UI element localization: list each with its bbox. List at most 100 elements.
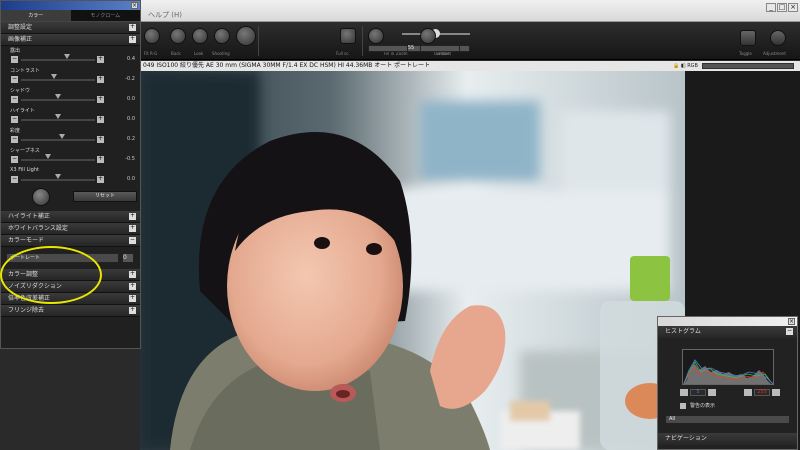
section-toggle-icon[interactable]: + bbox=[129, 283, 136, 290]
toolbar-label: Look bbox=[194, 51, 204, 56]
fill-in-icon[interactable] bbox=[368, 28, 384, 44]
adjustment-slider[interactable] bbox=[21, 59, 95, 61]
section-chromatic-aberration[interactable]: 倍率色収差補正 + bbox=[1, 293, 140, 305]
histogram-left-increase[interactable] bbox=[708, 389, 716, 396]
section-color-adjust[interactable]: カラー調整 + bbox=[1, 269, 140, 281]
decrease-button[interactable]: − bbox=[11, 176, 18, 183]
section-label: 倍率色収差補正 bbox=[8, 295, 51, 302]
adjustment-slider[interactable] bbox=[21, 179, 95, 181]
section-white-balance[interactable]: ホワイトバランス設定 + bbox=[1, 223, 140, 235]
adjustment-label: シャープネス bbox=[10, 148, 40, 154]
toolbar-label: Shooting bbox=[212, 51, 230, 56]
histogram-right-value[interactable]: 255 bbox=[754, 389, 770, 396]
panel-title-bar[interactable]: × bbox=[1, 1, 140, 10]
increase-button[interactable]: + bbox=[97, 116, 104, 123]
fullscreen-icon[interactable] bbox=[340, 28, 356, 44]
decrease-button[interactable]: − bbox=[11, 76, 18, 83]
create-field[interactable] bbox=[420, 45, 460, 52]
histogram-panel: × ヒストグラム − 5 255 警告の表示 All ナビゲーション bbox=[657, 316, 798, 450]
histogram-left-decrease[interactable] bbox=[680, 389, 688, 396]
section-toggle-icon[interactable]: + bbox=[129, 295, 136, 302]
adjustment-slider[interactable] bbox=[21, 79, 95, 81]
decrease-button[interactable]: − bbox=[11, 136, 18, 143]
photo-preview[interactable] bbox=[140, 71, 685, 450]
histogram-right-decrease[interactable] bbox=[744, 389, 752, 396]
adjustment-slider[interactable] bbox=[21, 139, 95, 141]
adjustment-slider[interactable] bbox=[21, 159, 95, 161]
histogram-left-value[interactable]: 5 bbox=[690, 389, 706, 396]
decrease-button[interactable]: − bbox=[11, 156, 18, 163]
increase-button[interactable]: + bbox=[97, 96, 104, 103]
section-toggle-icon[interactable]: + bbox=[129, 271, 136, 278]
increase-button[interactable]: + bbox=[97, 136, 104, 143]
section-image-correction[interactable]: 画像補正 + bbox=[1, 34, 140, 46]
histogram-header[interactable]: ヒストグラム − bbox=[658, 326, 797, 338]
histogram-toggle-icon[interactable]: − bbox=[786, 328, 793, 335]
section-toggle-icon[interactable]: + bbox=[129, 225, 136, 232]
increase-button[interactable]: + bbox=[97, 56, 104, 63]
decrease-button[interactable]: − bbox=[11, 116, 18, 123]
histogram-channel-select[interactable]: All bbox=[665, 415, 790, 424]
section-toggle-icon[interactable]: + bbox=[129, 24, 136, 31]
histogram-title-bar[interactable]: × bbox=[658, 317, 797, 326]
histogram-right-increase[interactable] bbox=[772, 389, 780, 396]
histogram-close-icon[interactable]: × bbox=[788, 318, 795, 325]
look-icon[interactable] bbox=[192, 28, 208, 44]
adjustment-slider-knob[interactable] bbox=[55, 94, 61, 99]
section-toggle-icon[interactable]: + bbox=[129, 307, 136, 314]
sync-icon[interactable] bbox=[236, 26, 256, 46]
adjustment-slider-knob[interactable] bbox=[51, 74, 58, 79]
info-progress bbox=[702, 63, 794, 69]
adjustment-slider-knob[interactable] bbox=[63, 54, 70, 59]
histogram-title: ヒストグラム bbox=[665, 328, 701, 335]
warning-checkbox[interactable] bbox=[680, 403, 686, 409]
section-toggle-icon[interactable]: − bbox=[129, 237, 136, 244]
minimize-button[interactable]: _ bbox=[766, 3, 776, 12]
adjustment-label: シャドウ bbox=[10, 88, 31, 94]
adjustment-value: 0.0 bbox=[127, 176, 135, 182]
info-icons: 🔒 ◧ RGB bbox=[673, 63, 698, 69]
reset-button[interactable]: リセット bbox=[73, 191, 137, 202]
adjustment-slider-knob[interactable] bbox=[59, 134, 66, 139]
section-highlight-correction[interactable]: ハイライト補正 + bbox=[1, 211, 140, 223]
color-mode-row: ポートレート 0 bbox=[1, 247, 140, 269]
close-button[interactable]: × bbox=[788, 3, 798, 12]
section-fringe-removal[interactable]: フリンジ除去 + bbox=[1, 305, 140, 317]
section-color-mode[interactable]: カラーモード − bbox=[1, 235, 140, 247]
fill-in-field[interactable] bbox=[368, 45, 408, 52]
increase-button[interactable]: + bbox=[97, 76, 104, 83]
decrease-button[interactable]: − bbox=[11, 96, 18, 103]
tab-color[interactable]: カラー bbox=[1, 10, 71, 21]
adjustment-slider[interactable] bbox=[21, 119, 95, 121]
toolbar-separator bbox=[362, 26, 363, 56]
back-icon[interactable] bbox=[170, 28, 186, 44]
section-toggle-icon[interactable]: + bbox=[129, 36, 136, 43]
shooting-icon[interactable] bbox=[214, 28, 230, 44]
create-icon[interactable] bbox=[420, 28, 436, 44]
section-label: 画像補正 bbox=[8, 36, 33, 43]
color-mode-select[interactable]: ポートレート bbox=[6, 253, 119, 263]
section-label: ハイライト補正 bbox=[8, 213, 50, 220]
panel-close-icon[interactable]: × bbox=[131, 2, 138, 9]
increase-button[interactable]: + bbox=[97, 176, 104, 183]
section-label: カラー調整 bbox=[8, 271, 39, 278]
decrease-button[interactable]: − bbox=[11, 56, 18, 63]
auto-adjust-icon[interactable] bbox=[32, 188, 50, 206]
adjustment-slider-knob[interactable] bbox=[55, 114, 61, 119]
menu-help[interactable]: ヘルプ (H) bbox=[148, 10, 182, 20]
color-mode-button[interactable]: 0 bbox=[122, 253, 134, 263]
adjustment-slider-knob[interactable] bbox=[55, 174, 61, 179]
increase-button[interactable]: + bbox=[97, 156, 104, 163]
photo-image bbox=[140, 71, 685, 450]
section-noise-reduction[interactable]: ノイズリダクション + bbox=[1, 281, 140, 293]
toggle-icon[interactable] bbox=[740, 30, 756, 46]
fit-icon[interactable] bbox=[144, 28, 160, 44]
maximize-button[interactable]: □ bbox=[777, 3, 787, 12]
section-toggle-icon[interactable]: + bbox=[129, 213, 136, 220]
adjustment-slider[interactable] bbox=[21, 99, 95, 101]
navigation-section[interactable]: ナビゲーション bbox=[658, 433, 797, 445]
adjustment-slider-knob[interactable] bbox=[44, 154, 51, 159]
adjustment-icon[interactable] bbox=[770, 30, 786, 46]
tab-monochrome[interactable]: モノクローム bbox=[71, 10, 141, 21]
section-adjust-settings[interactable]: 調整設定 + bbox=[1, 22, 140, 34]
